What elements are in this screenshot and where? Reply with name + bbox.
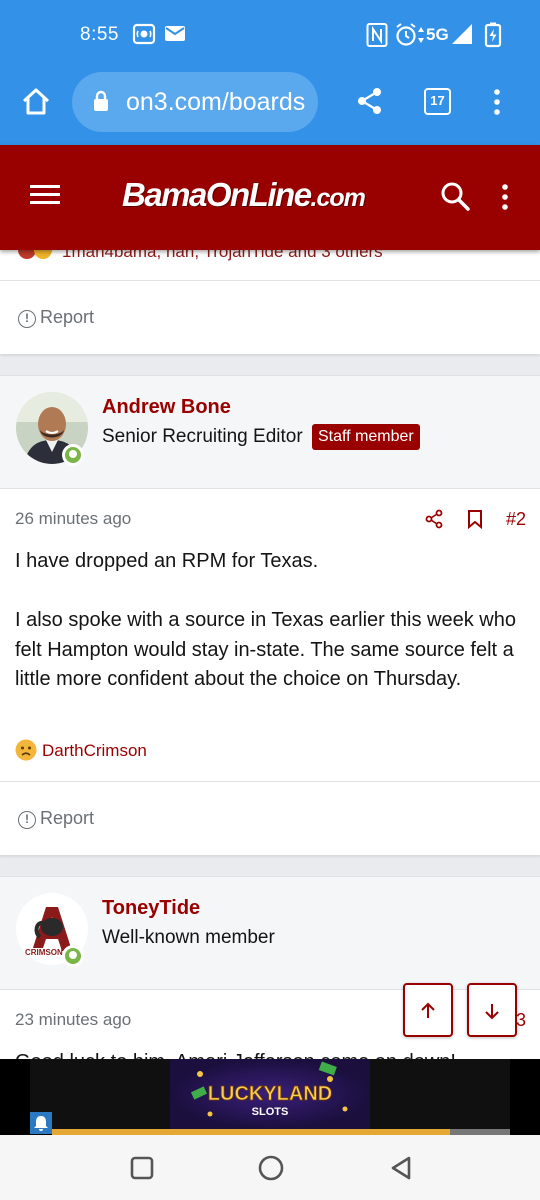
- post-body: 26 minutes ago #2 I have dropped an RPM …: [0, 489, 540, 781]
- ad-logo: LUCKYLAND SLOTS: [170, 1059, 370, 1129]
- post-content: I have dropped an RPM for Texas. I also …: [15, 547, 525, 695]
- nfc-icon: [366, 22, 388, 53]
- online-status-icon: [62, 945, 84, 967]
- system-navigation-bar: [0, 1135, 540, 1200]
- reaction-bar: DarthCrimson: [15, 739, 147, 766]
- browser-toolbar: on3.com/boards 17: [0, 72, 540, 145]
- share-icon[interactable]: [355, 86, 385, 121]
- ad-brand-line1: LUCKYLAND: [208, 1083, 332, 1105]
- status-bar: 8:55 5G: [0, 0, 540, 72]
- screen-record-icon: [132, 22, 156, 51]
- previous-post-footer: ! Report: [0, 280, 540, 354]
- logo-main: BamaOnLine: [122, 176, 312, 213]
- mail-icon: [164, 22, 186, 51]
- post-paragraph: I have dropped an RPM for Texas.: [15, 550, 319, 572]
- post-body: 23 minutes ago #3 Good luck to him. Amar…: [0, 990, 540, 1060]
- user-title: Senior Recruiting Editor: [102, 426, 303, 447]
- report-label: Report: [40, 808, 95, 828]
- home-icon[interactable]: [20, 86, 52, 123]
- user-title: Well-known member: [102, 927, 275, 948]
- alert-icon: !: [18, 811, 36, 829]
- network-type: 5G: [426, 25, 449, 44]
- alert-icon: !: [18, 310, 36, 328]
- data-arrows-icon: [417, 26, 425, 49]
- lock-icon: [92, 90, 110, 117]
- author-name[interactable]: Andrew Bone: [102, 396, 231, 419]
- post-footer: ! Report: [0, 781, 540, 855]
- post-number[interactable]: #2: [506, 509, 526, 530]
- browser-menu-icon[interactable]: [492, 88, 502, 121]
- post-timestamp[interactable]: 26 minutes ago: [15, 509, 131, 529]
- report-link[interactable]: ! Report: [18, 808, 94, 829]
- signal-icon: [450, 22, 474, 51]
- avatar-text: CRIMSON: [25, 948, 63, 957]
- home-button-icon[interactable]: [258, 1155, 284, 1186]
- author-name[interactable]: ToneyTide: [102, 897, 200, 920]
- reaction-user[interactable]: DarthCrimson: [42, 741, 147, 760]
- arrow-up-icon: [420, 1002, 436, 1025]
- sad-face-icon: [15, 739, 37, 766]
- staff-badge: Staff member: [312, 424, 420, 450]
- address-bar[interactable]: on3.com/boards: [72, 72, 318, 132]
- battery-charging-icon: [484, 22, 502, 53]
- alarm-icon: [394, 22, 418, 53]
- logo-suffix: .com: [310, 184, 366, 212]
- status-time: 8:55: [80, 24, 119, 45]
- scroll-down-button[interactable]: [467, 983, 517, 1037]
- site-more-icon[interactable]: [500, 183, 510, 216]
- post-author-header: CRIMSON ToneyTide Well-known member: [0, 876, 540, 990]
- online-status-icon: [62, 444, 84, 466]
- hamburger-menu-icon[interactable]: [30, 183, 60, 212]
- report-link[interactable]: ! Report: [18, 307, 94, 328]
- back-icon[interactable]: [389, 1155, 413, 1186]
- recents-icon[interactable]: [130, 1156, 154, 1185]
- share-post-icon[interactable]: [424, 509, 444, 534]
- post-paragraph: I also spoke with a source in Texas earl…: [15, 609, 516, 690]
- url-text: on3.com/boards: [126, 88, 306, 116]
- post-timestamp[interactable]: 23 minutes ago: [15, 1010, 131, 1030]
- ad-creative[interactable]: LUCKYLAND SLOTS: [30, 1059, 510, 1129]
- ad-banner[interactable]: LUCKYLAND SLOTS: [0, 1059, 540, 1135]
- report-label: Report: [40, 307, 95, 327]
- post-author-header: Andrew Bone Senior Recruiting Editor Sta…: [0, 375, 540, 489]
- scroll-up-button[interactable]: [403, 983, 453, 1037]
- tab-switcher-button[interactable]: 17: [424, 88, 451, 115]
- site-header: BamaOnLine.com: [0, 145, 540, 250]
- search-icon[interactable]: [440, 181, 470, 216]
- bookmark-icon[interactable]: [467, 509, 483, 534]
- site-logo[interactable]: BamaOnLine.com: [122, 176, 366, 214]
- ad-brand-line2: SLOTS: [252, 1106, 289, 1118]
- arrow-down-icon: [484, 1002, 500, 1025]
